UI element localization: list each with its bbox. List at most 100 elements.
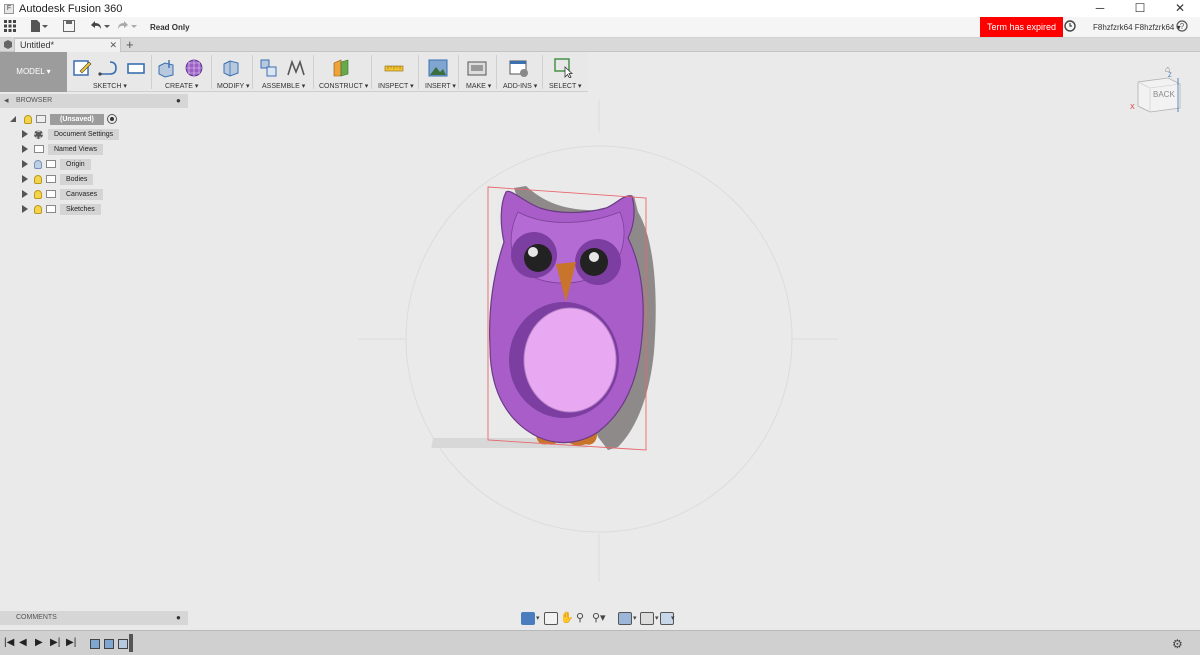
pan-hand-icon[interactable]: ✋: [560, 611, 574, 624]
insert-menu[interactable]: INSERT ▾: [425, 82, 456, 90]
inspect-menu[interactable]: INSPECT ▾: [378, 82, 414, 90]
timeline-extrude-feature-icon[interactable]: [118, 639, 128, 649]
undo-icon[interactable]: [89, 20, 111, 35]
add-ins-menu[interactable]: ADD-INS ▾: [503, 82, 537, 90]
sketch-menu[interactable]: SKETCH ▾: [93, 82, 127, 90]
look-at-icon[interactable]: [544, 612, 558, 625]
go-to-start-icon[interactable]: |◀: [4, 637, 14, 648]
go-to-end-icon[interactable]: ▶|: [66, 637, 76, 648]
3d-print-icon[interactable]: [467, 58, 487, 78]
browser-item-document-settings[interactable]: Document Settings: [22, 128, 120, 140]
document-tab-title: Untitled*: [20, 40, 55, 50]
browser-collapse-icon[interactable]: ●: [176, 94, 181, 108]
browser-item-bodies[interactable]: Bodies: [22, 173, 94, 185]
expand-triangle-icon[interactable]: [22, 205, 28, 213]
step-back-icon[interactable]: ◀: [19, 637, 27, 648]
file-menu-icon[interactable]: [30, 20, 48, 35]
help-icon[interactable]: ?: [1176, 20, 1188, 35]
measure-icon[interactable]: [384, 58, 404, 78]
view-cube-face-label[interactable]: BACK: [1153, 90, 1175, 99]
owl-body-model[interactable]: [431, 186, 656, 450]
browser-root-node[interactable]: (Unsaved): [10, 113, 117, 125]
create-menu[interactable]: CREATE ▾: [165, 82, 198, 90]
browser-item-named-views[interactable]: Named Views: [22, 143, 104, 155]
select-arrow-icon[interactable]: [554, 58, 574, 78]
new-component-icon[interactable]: [258, 58, 278, 78]
view-cube[interactable]: BACK X Z: [1128, 70, 1188, 116]
scripts-addins-icon[interactable]: [509, 58, 529, 78]
make-menu[interactable]: MAKE ▾: [466, 82, 491, 90]
comments-toggle-icon[interactable]: ●: [176, 611, 181, 625]
workspace-switcher[interactable]: MODEL ▾: [0, 52, 67, 92]
grid-dropdown-icon[interactable]: ▾: [655, 614, 659, 622]
grid-settings-icon[interactable]: [640, 612, 654, 625]
display-dropdown-icon[interactable]: ▾: [633, 614, 637, 622]
step-forward-icon[interactable]: ▶|: [50, 637, 60, 648]
timeline-canvas-feature-icon[interactable]: [104, 639, 114, 649]
document-tab[interactable]: Untitled* ✕: [14, 38, 121, 52]
expand-triangle-icon[interactable]: [22, 190, 28, 198]
comments-panel-header[interactable]: COMMENTS ●: [0, 611, 188, 625]
press-pull-icon[interactable]: [221, 58, 241, 78]
maximize-button[interactable]: ☐: [1120, 0, 1160, 17]
form-create-icon[interactable]: [184, 58, 204, 78]
3d-viewport[interactable]: [188, 92, 1200, 610]
extrude-icon[interactable]: [157, 58, 177, 78]
term-expired-banner[interactable]: Term has expired: [980, 17, 1063, 37]
user-account-menu[interactable]: F8hzfzrk64 F8hzfzrk64 ▾: [1093, 20, 1181, 35]
zoom-icon[interactable]: ⚲: [576, 611, 584, 624]
joint-icon[interactable]: [286, 58, 306, 78]
timeline-marker[interactable]: [129, 634, 133, 652]
create-sketch-icon[interactable]: [72, 58, 92, 78]
visibility-bulb-off-icon[interactable]: [34, 159, 42, 169]
insert-image-icon[interactable]: [428, 58, 448, 78]
visibility-bulb-icon[interactable]: [34, 174, 42, 184]
display-settings-icon[interactable]: [618, 612, 632, 625]
folder-icon: [46, 160, 56, 168]
visibility-bulb-icon[interactable]: [34, 204, 42, 214]
select-menu[interactable]: SELECT ▾: [549, 82, 582, 90]
app-grid-icon[interactable]: [4, 20, 16, 35]
browser-title: BROWSER: [16, 97, 53, 104]
visibility-bulb-icon[interactable]: [24, 114, 32, 124]
browser-panel-header[interactable]: BROWSER ● ◂: [0, 94, 188, 108]
rectangle-tool-icon[interactable]: [126, 58, 146, 78]
expand-triangle-icon[interactable]: [22, 160, 28, 168]
browser-item-origin[interactable]: Origin: [22, 158, 91, 170]
new-tab-icon[interactable]: +: [126, 37, 134, 52]
home-view-icon[interactable]: ⌂: [1165, 64, 1170, 74]
activate-radio-icon[interactable]: [106, 114, 117, 124]
data-panel-icon[interactable]: [3, 39, 13, 50]
timeline-settings-gear-icon[interactable]: ⚙: [1172, 637, 1183, 651]
offset-plane-icon[interactable]: [331, 58, 351, 78]
modify-menu[interactable]: MODIFY ▾: [217, 82, 250, 90]
insert-menu-label: INSERT: [425, 83, 451, 90]
browser-item-sketches[interactable]: Sketches: [22, 203, 101, 215]
minimize-button[interactable]: ─: [1080, 0, 1120, 17]
timeline-canvas-feature-icon[interactable]: [90, 639, 100, 649]
viewports-dropdown-icon[interactable]: ▾: [671, 614, 675, 622]
close-button[interactable]: ✕: [1160, 0, 1200, 17]
orbit-icon[interactable]: [521, 612, 535, 625]
expand-triangle-icon[interactable]: [22, 130, 28, 138]
orbit-dropdown-icon[interactable]: ▾: [536, 614, 540, 622]
collapse-triangle-icon[interactable]: [10, 116, 16, 122]
line-tool-icon[interactable]: [98, 58, 118, 78]
redo-icon[interactable]: [116, 20, 138, 35]
save-icon[interactable]: [63, 20, 75, 35]
construct-menu[interactable]: CONSTRUCT ▾: [319, 82, 368, 90]
assemble-menu[interactable]: ASSEMBLE ▾: [262, 82, 305, 90]
fit-view-icon[interactable]: ⚲▾: [592, 611, 606, 624]
close-tab-icon[interactable]: ✕: [109, 39, 117, 52]
owl-left-pupil: [524, 244, 552, 272]
browser-item-canvases[interactable]: Canvases: [22, 188, 104, 200]
play-icon[interactable]: ▶: [35, 637, 43, 648]
visibility-bulb-icon[interactable]: [34, 189, 42, 199]
expand-triangle-icon[interactable]: [22, 145, 28, 153]
modify-menu-label: MODIFY: [217, 83, 245, 90]
panel-toggle-icon[interactable]: ◂: [4, 93, 9, 107]
job-status-clock-icon[interactable]: [1064, 20, 1076, 35]
browser-item-label: Document Settings: [48, 128, 120, 140]
expand-triangle-icon[interactable]: [22, 175, 28, 183]
component-icon: [36, 115, 46, 123]
